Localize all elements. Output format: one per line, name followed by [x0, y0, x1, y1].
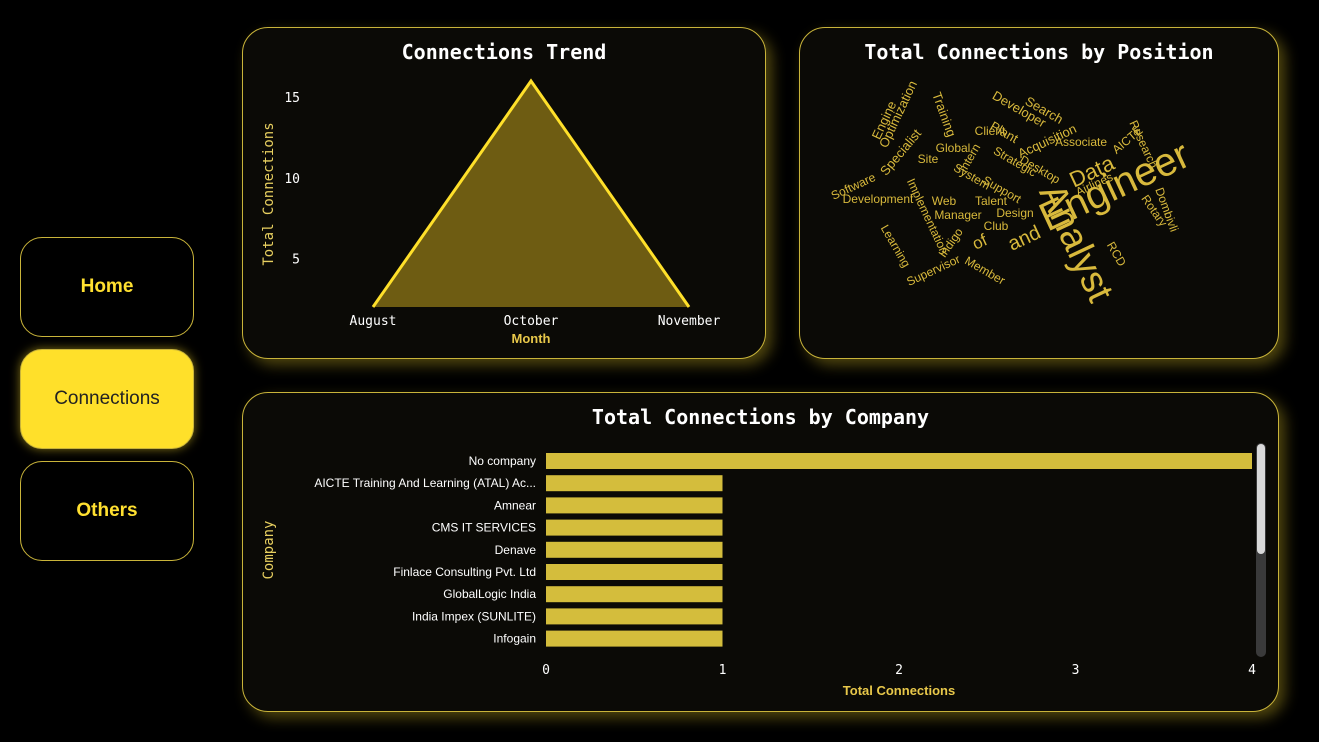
company-x-tick: 4	[1248, 663, 1256, 678]
company-bar[interactable]	[546, 541, 723, 558]
trend-y-tick: 15	[284, 91, 300, 106]
nav-others-button[interactable]: Others	[20, 461, 194, 561]
trend-x-tick: November	[658, 314, 721, 329]
wordcloud-word: Learning	[878, 222, 913, 269]
wordcloud-word: Training	[929, 90, 959, 139]
trend-y-title: Total Connections	[261, 122, 277, 265]
company-card: Total Connections by Company No company A…	[242, 392, 1279, 712]
nav-connections-button[interactable]: Connections	[20, 349, 194, 449]
company-y-title: Company	[261, 520, 277, 579]
company-x-tick: 0	[542, 663, 550, 678]
company-label: AICTE Training And Learning (ATAL) Ac...	[314, 476, 536, 490]
company-bar-chart: No company AICTE Training And Learning (A…	[261, 453, 1256, 698]
trend-y-tick: 10	[284, 172, 300, 187]
trend-x-tick: August	[350, 314, 397, 329]
wordcloud-word: Associate	[1055, 135, 1107, 149]
company-label: Amnear	[494, 498, 536, 512]
trend-x-tick: October	[504, 314, 559, 329]
company-bar[interactable]	[546, 519, 723, 536]
company-bar[interactable]	[546, 586, 723, 603]
company-x-title: Total Connections	[843, 683, 955, 698]
trend-x-title: Month	[512, 331, 551, 346]
wordcloud-word: Manager	[934, 208, 981, 222]
trend-y-tick: 5	[292, 253, 300, 268]
position-card: Total Connections by Position Engineer An…	[799, 27, 1279, 359]
company-label: Infogain	[493, 632, 536, 646]
wordcloud-word: Member	[962, 253, 1007, 287]
company-x-tick: 3	[1072, 663, 1080, 678]
trend-chart: August October November 5 10 15 Month Total Con…	[261, 78, 721, 346]
company-label: Denave	[495, 543, 537, 557]
company-bar[interactable]	[546, 497, 723, 514]
wordcloud-word: Club	[984, 219, 1009, 233]
company-bar[interactable]	[546, 453, 1252, 469]
wordcloud-word: Design	[996, 206, 1033, 220]
scrollbar-track[interactable]	[1256, 443, 1266, 657]
trend-area	[373, 81, 689, 307]
nav-home-button[interactable]: Home	[20, 237, 194, 337]
wordcloud-word: of	[969, 230, 990, 253]
company-x-tick: 2	[895, 663, 903, 678]
company-label: GlobalLogic India	[443, 587, 536, 601]
trend-card: Connections Trend August October November 5…	[242, 27, 766, 359]
wordcloud-word: Development	[843, 192, 914, 206]
wordcloud-word: Supervisor	[904, 252, 962, 289]
wordcloud-word: Client	[975, 124, 1006, 138]
scrollbar-thumb[interactable]	[1257, 444, 1265, 554]
wordcloud-word: and	[1005, 222, 1045, 256]
company-label: CMS IT SERVICES	[432, 521, 536, 535]
company-bar[interactable]	[546, 608, 723, 625]
company-bar[interactable]	[546, 475, 723, 492]
company-label: Finlace Consulting Pvt. Ltd	[393, 565, 536, 579]
company-label: India Impex (SUNLITE)	[412, 609, 536, 623]
company-bar[interactable]	[546, 564, 723, 580]
company-bar[interactable]	[546, 630, 723, 647]
company-label: No company	[469, 454, 536, 468]
company-x-tick: 1	[719, 663, 727, 678]
wordcloud-word: Web	[932, 194, 957, 208]
position-wordcloud: EngineerAnalystDataandofTrainingOptimiza…	[829, 78, 1196, 308]
wordcloud-word: Site	[918, 152, 939, 166]
